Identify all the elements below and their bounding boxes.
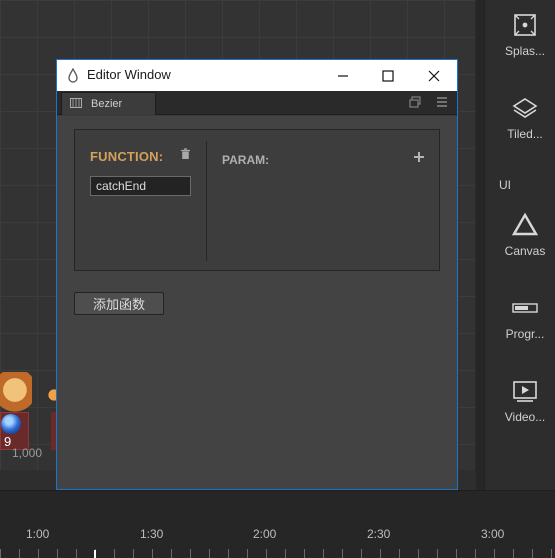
maximize-icon xyxy=(382,69,394,82)
panel-tab-icon xyxy=(70,98,82,108)
asset-item-splash[interactable]: Splas... xyxy=(485,12,555,58)
canvas-icon xyxy=(512,212,538,236)
asset-item-canvas[interactable]: Canvas xyxy=(485,212,555,258)
minimize-button[interactable] xyxy=(320,60,366,91)
title-bar[interactable]: Editor Window xyxy=(57,60,457,91)
asset-label: Video... xyxy=(504,410,546,424)
menu-icon[interactable] xyxy=(435,95,449,109)
tab-strip: Bezier xyxy=(57,91,457,115)
panel-divider[interactable] xyxy=(476,0,484,490)
sprite-badge-number: 9 xyxy=(4,434,12,449)
monkey-sprite[interactable] xyxy=(0,372,32,412)
tab-label: Bezier xyxy=(91,98,123,110)
asset-item-progress[interactable]: Progr... xyxy=(485,295,555,341)
timeline-tick: 3:00 xyxy=(481,527,505,541)
ui-section-label: UI xyxy=(499,178,511,192)
close-icon xyxy=(428,70,440,81)
popout-icon[interactable] xyxy=(408,95,422,109)
timeline-ruler xyxy=(0,549,555,558)
function-name-input[interactable] xyxy=(90,176,191,196)
timeline-tick: 1:00 xyxy=(26,527,50,541)
asset-label: Tiled... xyxy=(507,127,543,141)
asset-label: Progr... xyxy=(505,327,545,341)
globe-sprite[interactable] xyxy=(1,414,21,434)
asset-label: Canvas xyxy=(504,244,546,258)
function-label: FUNCTION: xyxy=(90,149,164,164)
maximize-button[interactable] xyxy=(365,60,411,91)
app-logo-icon xyxy=(68,68,78,83)
video-icon xyxy=(513,381,537,402)
asset-item-tiled[interactable]: Tiled... xyxy=(485,95,555,141)
param-label: PARAM: xyxy=(222,153,270,167)
splash-icon xyxy=(514,14,536,36)
close-button[interactable] xyxy=(411,60,457,91)
minimize-icon xyxy=(338,74,348,77)
asset-panel: Splas... Tiled... UI Canvas Progr... Vid… xyxy=(484,0,555,490)
plus-icon[interactable] xyxy=(413,151,425,163)
tiled-icon xyxy=(512,98,538,118)
timeline[interactable]: 1:00 1:30 2:00 2:30 3:00 xyxy=(0,490,555,558)
asset-item-video[interactable]: Video... xyxy=(485,378,555,424)
add-function-button[interactable]: 添加函数 xyxy=(74,292,164,315)
progress-bar-icon xyxy=(512,303,538,313)
editor-content: FUNCTION: PARAM: 添加函数 xyxy=(57,116,457,489)
asset-label: Splas... xyxy=(504,44,546,58)
window-title: Editor Window xyxy=(87,67,171,82)
function-panel: FUNCTION: PARAM: xyxy=(74,129,440,271)
column-divider xyxy=(206,141,207,261)
trash-icon[interactable] xyxy=(180,148,191,160)
timeline-playhead[interactable] xyxy=(94,550,96,558)
timeline-tick: 1:30 xyxy=(140,527,164,541)
timeline-tick: 2:00 xyxy=(253,527,277,541)
scene-coordinate-label: 1,000 xyxy=(12,446,43,460)
editor-window: Editor Window Bezier FUNCTION: catchEnd … xyxy=(56,59,458,490)
timeline-tick: 2:30 xyxy=(367,527,391,541)
tab-bezier[interactable]: Bezier xyxy=(61,92,156,115)
